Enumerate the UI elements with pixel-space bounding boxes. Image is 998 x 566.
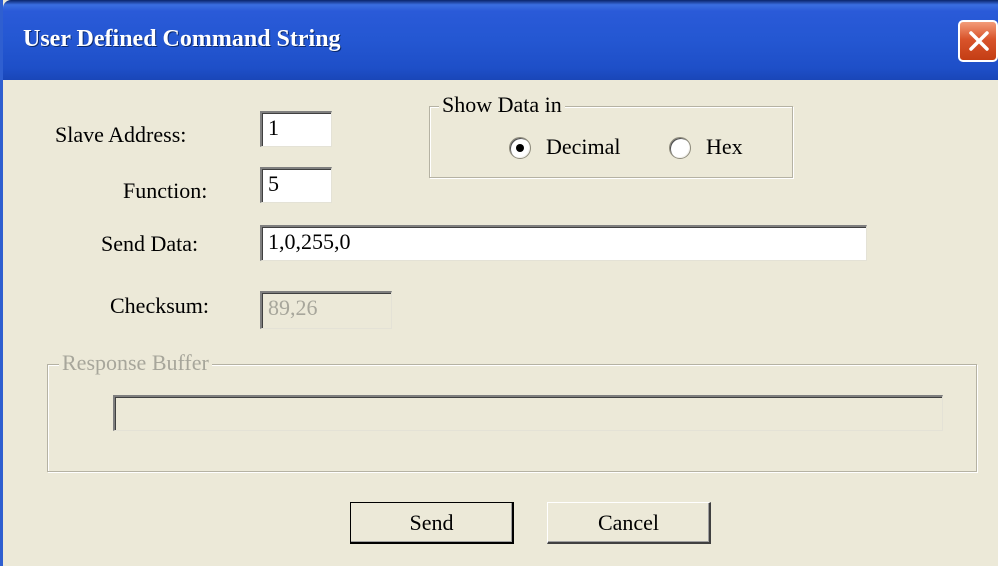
- send-data-label: Send Data:: [101, 231, 199, 256]
- dialog-client-area: Slave Address: 1 Function: 5 Show Data i…: [3, 80, 998, 566]
- slave-address-input[interactable]: 1: [260, 111, 332, 147]
- title-bar[interactable]: User Defined Command String: [3, 0, 998, 80]
- function-label: Function:: [123, 178, 208, 203]
- checksum-field: 89,26: [260, 291, 392, 329]
- function-input[interactable]: 5: [260, 167, 332, 203]
- hex-radio-label[interactable]: Hex: [706, 134, 743, 160]
- checksum-label: Checksum:: [110, 293, 209, 318]
- send-button-label: Send: [409, 510, 454, 535]
- radio-selected-dot: [516, 144, 524, 152]
- slave-address-label: Slave Address:: [55, 122, 187, 147]
- response-buffer-field: [113, 395, 943, 431]
- cancel-button-label: Cancel: [597, 510, 660, 535]
- cancel-button[interactable]: Cancel: [547, 502, 711, 544]
- send-button[interactable]: Send: [350, 502, 514, 544]
- window-title: User Defined Command String: [23, 26, 341, 52]
- response-buffer-legend: Response Buffer: [59, 350, 212, 376]
- show-data-legend: Show Data in: [439, 92, 565, 118]
- close-icon: [969, 31, 989, 51]
- send-data-input[interactable]: 1,0,255,0: [260, 225, 867, 261]
- dialog-window: User Defined Command String Slave Addres…: [0, 0, 998, 566]
- decimal-radio-label[interactable]: Decimal: [546, 134, 621, 160]
- decimal-radio[interactable]: [509, 137, 531, 159]
- hex-radio[interactable]: [669, 137, 691, 159]
- close-button[interactable]: [958, 20, 998, 62]
